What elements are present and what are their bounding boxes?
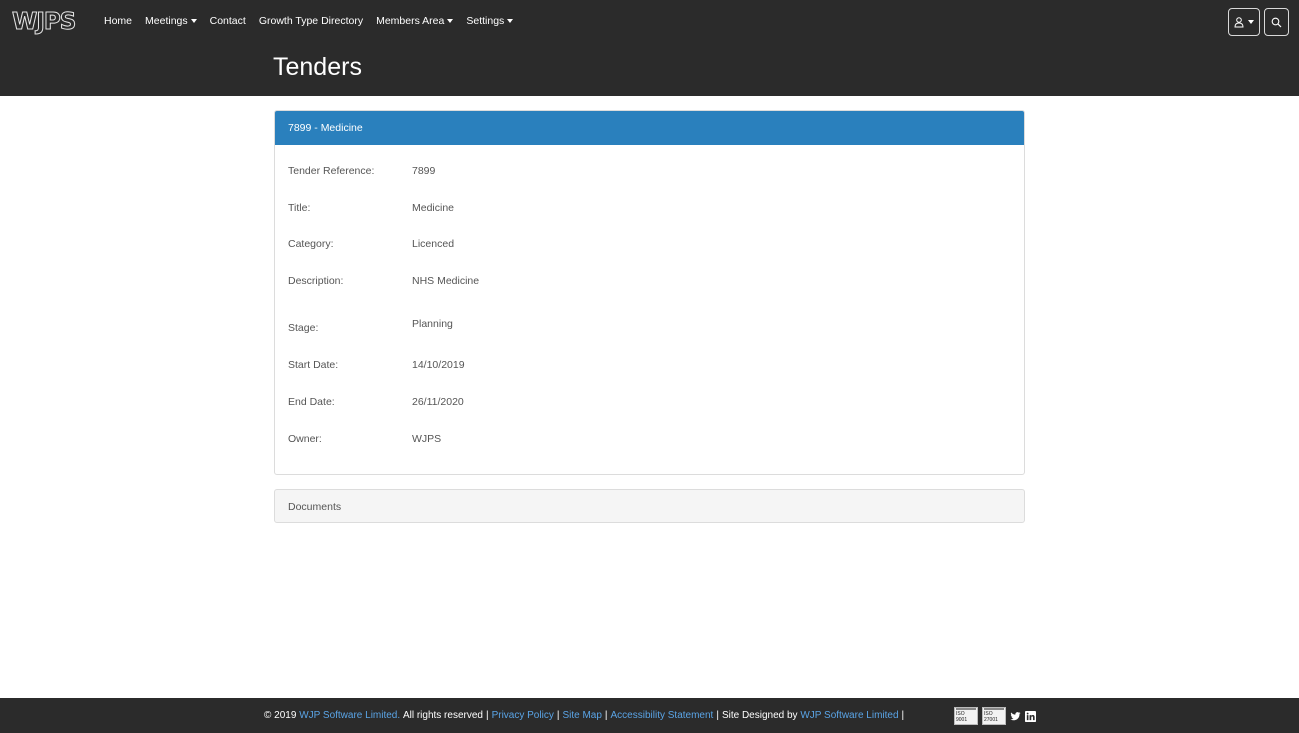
caret-down-icon bbox=[447, 19, 454, 23]
separator: | bbox=[485, 710, 489, 721]
field-value: Planning bbox=[412, 318, 453, 330]
accessibility-statement-link[interactable]: Accessibility Statement bbox=[611, 710, 714, 721]
copyright-text: © 2019 bbox=[264, 710, 297, 721]
field-label: Description: bbox=[288, 275, 344, 287]
iso-9001-badge: ISO 9001 bbox=[954, 707, 978, 725]
iso-27001-badge: ISO 27001 bbox=[982, 707, 1006, 725]
nav-growth-type-directory-label: Growth Type Directory bbox=[258, 15, 364, 27]
tender-card: 7899 - Medicine Tender Reference: 7899 T… bbox=[274, 110, 1025, 475]
documents-panel-header[interactable]: Documents bbox=[274, 489, 1025, 523]
caret-down-icon bbox=[1248, 20, 1254, 24]
field-value: NHS Medicine bbox=[412, 275, 480, 287]
nav-meetings-label: Meetings bbox=[145, 15, 188, 27]
main-nav: Home Meetings Contact Growth Type Direct… bbox=[104, 15, 526, 27]
nav-members-area[interactable]: Members Area bbox=[376, 15, 454, 27]
user-icon bbox=[1234, 16, 1244, 27]
field-label: Tender Reference: bbox=[288, 165, 375, 177]
badge-decoration bbox=[956, 708, 976, 710]
separator: | bbox=[604, 710, 608, 721]
twitter-icon[interactable] bbox=[1010, 711, 1021, 722]
field-value: Medicine bbox=[412, 202, 455, 214]
privacy-policy-link[interactable]: Privacy Policy bbox=[492, 710, 554, 721]
company-link[interactable]: WJP Software Limited. bbox=[299, 710, 400, 721]
rights-text: All rights reserved bbox=[402, 710, 483, 721]
page-title: Tenders bbox=[273, 53, 362, 81]
field-label: Title: bbox=[288, 202, 311, 214]
footer-badges: ISO 9001 ISO 27001 bbox=[954, 707, 1036, 725]
field-value: 26/11/2020 bbox=[412, 396, 464, 408]
field-value: Licenced bbox=[412, 238, 455, 250]
badge-decoration bbox=[984, 708, 1004, 710]
field-label: Category: bbox=[288, 238, 334, 250]
nav-contact[interactable]: Contact bbox=[210, 15, 246, 27]
nav-right-controls bbox=[1228, 8, 1289, 36]
nav-settings[interactable]: Settings bbox=[466, 15, 514, 27]
field-label: Stage: bbox=[288, 322, 319, 334]
field-label: Start Date: bbox=[288, 359, 339, 371]
tender-card-header: 7899 - Medicine bbox=[275, 111, 1024, 145]
caret-down-icon bbox=[190, 19, 197, 23]
designer-link[interactable]: WJP Software Limited bbox=[800, 710, 898, 721]
field-label: End Date: bbox=[288, 396, 335, 408]
nav-settings-label: Settings bbox=[466, 15, 505, 27]
search-button[interactable] bbox=[1264, 8, 1289, 36]
footer-text: © 2019 WJP Software Limited. All rights … bbox=[264, 710, 907, 721]
footer: © 2019 WJP Software Limited. All rights … bbox=[0, 698, 1299, 733]
nav-meetings[interactable]: Meetings bbox=[145, 15, 197, 27]
field-value: 7899 bbox=[412, 165, 436, 177]
separator: | bbox=[556, 710, 560, 721]
iso-9001-label: ISO 9001 bbox=[956, 711, 968, 723]
linkedin-icon[interactable] bbox=[1025, 710, 1036, 722]
field-value: WJPS bbox=[412, 433, 442, 445]
nav-home-label: Home bbox=[104, 15, 133, 27]
wjps-logo[interactable]: WJPS bbox=[11, 10, 76, 35]
separator: | bbox=[716, 710, 719, 721]
iso-27001-label: ISO 27001 bbox=[984, 711, 998, 723]
nav-home[interactable]: Home bbox=[104, 15, 132, 27]
separator: | bbox=[901, 710, 905, 721]
designed-by-text: Site Designed by bbox=[721, 710, 798, 721]
site-map-link[interactable]: Site Map bbox=[562, 710, 601, 721]
top-header: WJPS Home Meetings Contact Growth Type D… bbox=[0, 0, 1299, 96]
caret-down-icon bbox=[507, 19, 514, 23]
nav-growth-type-directory[interactable]: Growth Type Directory bbox=[259, 15, 363, 27]
field-label: Owner: bbox=[288, 433, 322, 445]
search-icon bbox=[1271, 17, 1282, 27]
nav-members-area-label: Members Area bbox=[376, 15, 445, 27]
field-value: 14/10/2019 bbox=[412, 359, 465, 371]
user-menu-button[interactable] bbox=[1228, 8, 1260, 36]
nav-contact-label: Contact bbox=[209, 15, 246, 27]
